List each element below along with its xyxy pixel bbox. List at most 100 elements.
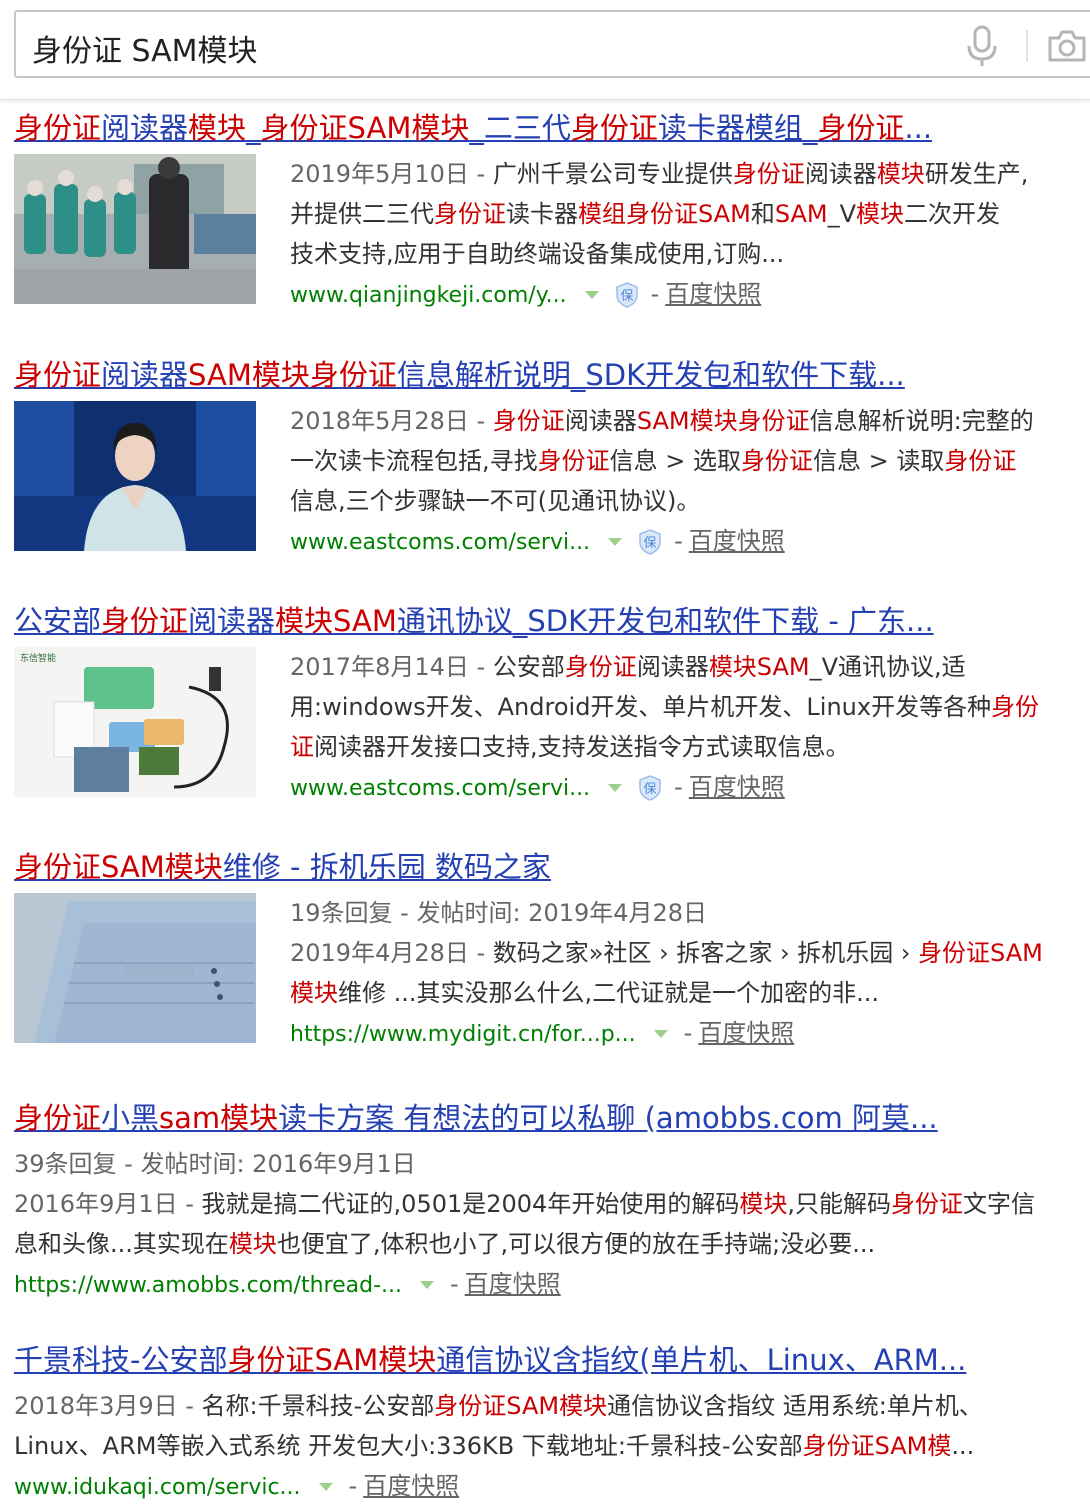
separator-dash: - (674, 773, 683, 801)
shield-icon[interactable]: 保 (615, 282, 639, 308)
abstract-line: 2019年5月10日 - 广州千景公司专业提供身份证阅读器模块研发生产, (290, 154, 1090, 194)
search-result: 身份证SAM模块维修 - 拆机乐园 数码之家 19条回复 - 发帖时间: 201… (14, 845, 1090, 1047)
separator-dash: - (683, 1019, 693, 1047)
divider (1026, 30, 1028, 62)
abstract-text: 名称:千景科技-公安部 (201, 1392, 435, 1420)
result-abstract: 2018年5月28日 - 身份证阅读器SAM模块身份证信息解析说明:完整的 一次读… (290, 401, 1090, 563)
abstract-text: 2017年8月14日 - (290, 653, 493, 681)
chevron-down-icon[interactable] (653, 1030, 668, 1038)
abstract-text: 数码之家»社区 › 拆客之家 › 拆机乐园 › (492, 939, 919, 967)
abstract-text: 信息 > 读取 (813, 447, 945, 475)
chevron-down-icon[interactable] (420, 1281, 434, 1289)
chevron-down-icon[interactable] (608, 538, 623, 546)
result-footer: https://www.mydigit.cn/for...p... - 百度快照 (290, 1013, 1090, 1055)
result-footer: www.idukaqi.com/servic... - 百度快照 (14, 1466, 1090, 1508)
shield-icon[interactable]: 保 (638, 775, 662, 801)
abstract-text: 信息 > 选取 (609, 447, 742, 475)
title-text: 阅读器 (101, 111, 189, 145)
shield-icon[interactable]: 保 (638, 529, 662, 555)
keyword-highlight: 模块 (228, 1230, 277, 1258)
result-title-link[interactable]: 身份证SAM模块维修 - 拆机乐园 数码之家 (14, 845, 1090, 889)
abstract-text: 2019年4月28日 - (290, 939, 493, 967)
result-url[interactable]: https://www.mydigit.cn/for...p... (290, 1022, 636, 1047)
abstract-text: 通信协议含指纹 适用系统:单片机、 (607, 1392, 983, 1420)
keyword-highlight: 身份证SAM模块 (14, 850, 223, 884)
keyword-highlight: 身份 (991, 693, 1040, 721)
abstract-text: 信息解析说明:完整的 (809, 407, 1034, 435)
snapshot-link[interactable]: 百度快照 (689, 527, 785, 555)
abstract-line: Linux、ARM等嵌入式系统 开发包大小:336KB 下载地址:千景科技-公安… (14, 1426, 1090, 1466)
chevron-down-icon[interactable] (318, 1483, 333, 1491)
search-query-text[interactable]: 身份证 SAM模块 (32, 26, 258, 70)
snapshot-link[interactable]: 百度快照 (665, 280, 761, 308)
search-result: 身份证阅读器模块_身份证SAM模块_二三代身份证读卡器模组_身份证... 201… (14, 106, 1090, 308)
result-abstract: 19条回复 - 发帖时间: 2019年4月28日 2019年4月28日 - 数码之… (290, 893, 1090, 1055)
abstract-text: 和 (750, 200, 775, 228)
result-thumbnail[interactable] (14, 401, 256, 551)
camera-icon[interactable] (1046, 26, 1088, 66)
title-text: 读卡器模组_ (657, 111, 818, 145)
abstract-text: 阅读器 (804, 160, 877, 188)
result-footer: https://www.amobbs.com/thread-... - 百度快照 (14, 1264, 1090, 1306)
result-title-link[interactable]: 公安部身份证阅读器模块SAM通讯协议_SDK开发包和软件下载 - 广东... (14, 599, 1090, 643)
keyword-highlight: 身份证 (741, 447, 814, 475)
result-url[interactable]: www.idukaqi.com/servic... (14, 1475, 301, 1500)
keyword-highlight: 模组身份证SAM (578, 200, 751, 228)
snapshot-link[interactable]: 百度快照 (689, 773, 785, 801)
abstract-text: 信息,三个步骤缺一不可(见通讯协议)。 (290, 487, 701, 515)
title-text: 小黑 (101, 1101, 160, 1135)
result-title-link[interactable]: 千景科技-公安部身份证SAM模块通信协议含指纹(单片机、Linux、ARM... (14, 1338, 1090, 1382)
keyword-highlight: 模块 (739, 1190, 788, 1218)
title-text: 千景科技-公安部 (14, 1343, 228, 1377)
title-text: 读卡方案 有想法的可以私聊 (amobbs.com 阿莫... (278, 1101, 938, 1135)
separator-dash: - (674, 527, 683, 555)
abstract-line: 用:windows开发、Android开发、单片机开发、Linux开发等各种身份 (290, 687, 1090, 727)
abstract-text: 技术支持,应用于自助终端设备集成使用,订购... (290, 240, 785, 268)
keyword-highlight: 身份证SAM模块 (227, 1343, 437, 1377)
abstract-line: 息和头像...其实现在模块也便宜了,体积也小了,可以很方便的放在手持端;没必要.… (14, 1224, 1090, 1264)
keyword-highlight: 身份证 (564, 653, 637, 681)
result-footer: www.qianjingkeji.com/y... 保 - 百度快照 (290, 274, 1090, 316)
chevron-down-icon[interactable] (608, 784, 623, 792)
snapshot-link[interactable]: 百度快照 (698, 1019, 794, 1047)
abstract-line: 2019年4月28日 - 数码之家»社区 › 拆客之家 › 拆机乐园 › 身份证… (290, 933, 1090, 973)
chevron-down-icon[interactable] (584, 291, 599, 299)
keyword-highlight: 身份证 (101, 604, 189, 638)
abstract-text: 2018年5月28日 - (290, 407, 493, 435)
keyword-highlight: 模块 (188, 111, 247, 145)
title-text: 通信协议含指纹(单片机、Linux、ARM... (436, 1343, 967, 1377)
microphone-icon[interactable] (962, 24, 1002, 68)
abstract-text: 用:windows开发、Android开发、单片机开发、Linux开发等各种 (290, 693, 992, 721)
search-result: 公安部身份证阅读器模块SAM通讯协议_SDK开发包和软件下载 - 广东... 东… (14, 599, 1090, 801)
result-url[interactable]: www.qianjingkeji.com/y... (290, 283, 567, 308)
svg-text:东信智能: 东信智能 (20, 652, 56, 664)
keyword-highlight: 身份证 (732, 160, 805, 188)
result-title-link[interactable]: 身份证小黑sam模块读卡方案 有想法的可以私聊 (amobbs.com 阿莫..… (14, 1096, 1090, 1140)
abstract-text: 二次开发 (904, 200, 1001, 228)
keyword-highlight: 身份证SAM模 (802, 1432, 952, 1460)
result-title-link[interactable]: 身份证阅读器模块_身份证SAM模块_二三代身份证读卡器模组_身份证... (14, 106, 1090, 150)
keyword-highlight: 模块 (290, 979, 338, 1007)
keyword-highlight: 身份证SAM模块 (434, 1392, 608, 1420)
result-title-link[interactable]: 身份证阅读器SAM模块身份证信息解析说明_SDK开发包和软件下载... (14, 353, 1090, 397)
keyword-highlight: 身份证 (492, 407, 565, 435)
abstract-text: ,只能解码 (787, 1190, 891, 1218)
snapshot-link[interactable]: 百度快照 (363, 1472, 459, 1500)
abstract-text: 阅读器开发接口支持,支持发送指令方式读取信息。 (314, 733, 850, 761)
title-text: 公安部 (14, 604, 102, 638)
snapshot-link[interactable]: 百度快照 (465, 1270, 561, 1298)
result-thumbnail[interactable] (14, 154, 256, 304)
abstract-line: 模块维修 ...其实没那么什么,二代证就是一个加密的非... (290, 973, 1090, 1013)
abstract-text: 19条回复 - 发帖时间: 2019年4月28日 (290, 899, 708, 927)
result-footer: www.eastcoms.com/servi... 保 - 百度快照 (290, 767, 1090, 809)
result-url[interactable]: https://www.amobbs.com/thread-... (14, 1273, 402, 1298)
abstract-text: 阅读器 (564, 407, 637, 435)
result-thumbnail[interactable]: 东信智能 (14, 647, 256, 797)
result-url[interactable]: www.eastcoms.com/servi... (290, 776, 590, 801)
abstract-text: 息和头像...其实现在 (14, 1230, 229, 1258)
result-thumbnail[interactable] (14, 893, 256, 1043)
keyword-highlight: 证 (290, 733, 314, 761)
search-input[interactable]: 身份证 SAM模块 (14, 10, 1090, 78)
result-url[interactable]: www.eastcoms.com/servi... (290, 530, 590, 555)
keyword-highlight: 模块 (876, 160, 925, 188)
